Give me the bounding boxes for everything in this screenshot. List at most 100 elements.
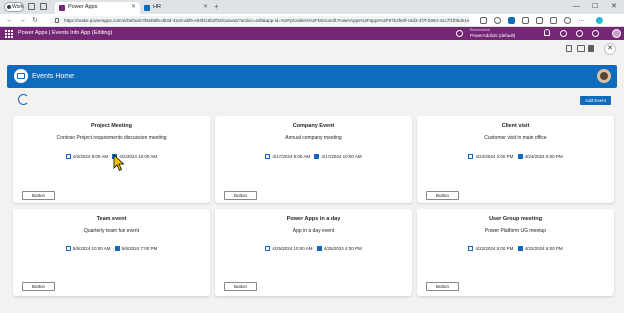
calendar-icon [114,246,120,251]
event-end: 4/22/2024 6:00 PM [524,246,563,251]
favorite-star-icon[interactable] [494,17,501,24]
event-button[interactable]: Button [426,282,459,291]
tab-power-apps[interactable]: Power Apps ✕ [55,2,140,14]
close-tab-icon[interactable]: ✕ [131,2,136,13]
calendar-icon [265,154,271,159]
profile-button[interactable]: Work [4,2,24,12]
hr-favicon-icon [144,5,150,11]
refresh-page-icon[interactable]: ↻ [32,15,38,26]
event-start: 5/6/2024 10:00 AM [72,246,111,251]
close-tab-icon[interactable]: ✕ [203,2,208,13]
event-start: 4/17/2024 9:00 AM [272,154,311,159]
event-button[interactable]: Button [22,191,55,200]
lock-icon [55,18,59,23]
calendar-icon [517,246,523,251]
close-preview-icon[interactable]: ✕ [604,43,616,55]
event-card: Project Meeting Contoso Project requirem… [13,116,210,203]
split-screen-icon[interactable] [522,17,529,24]
event-card: Company Event Annual company meeting 4/1… [215,116,412,203]
minimize-icon[interactable]: — [573,1,580,12]
calendar-icon [314,154,320,159]
event-dates: 4/25/2024 10:00 AM 4/25/2024 4:00 PM [215,246,412,251]
event-button[interactable]: Button [426,191,459,200]
read-aloud-icon[interactable] [480,17,487,24]
event-dates: 5/6/2024 10:00 AM 5/6/2024 7:00 PM [13,246,210,251]
profile-label: Work [12,4,24,10]
calendar-icon [517,154,523,159]
event-title: Client visit [501,123,530,129]
event-title: Project Meeting [91,123,132,129]
favorites-icon[interactable] [536,17,543,24]
event-button[interactable]: Button [22,282,55,291]
event-end: 4/17/2024 10:00 AM [321,154,362,159]
calendar-icon [468,246,474,251]
event-description: Power Platform UG meetup [484,228,547,234]
add-event-button[interactable]: Add Event [580,96,611,105]
environment-icon [456,30,463,37]
event-description: Annual company meeting [285,135,342,141]
help-icon[interactable] [576,30,583,37]
more-icon[interactable]: … [578,16,585,24]
close-window-icon[interactable]: ✕ [611,1,617,12]
tab-hr[interactable]: HR ✕ [140,2,212,14]
extension-icon[interactable] [508,17,515,24]
calendar-icon [65,246,71,251]
browser-window: Work Power Apps ✕ HR ✕ + — ☐ ✕ ← → ↻ htt… [0,0,624,313]
event-dates: 4/24/2024 2:00 PM 4/24/2024 6:00 PM [417,154,614,159]
desktop-preview-icon[interactable] [588,45,594,52]
new-tab-icon[interactable]: + [214,2,219,12]
calendar-icon [316,246,322,251]
maximize-icon[interactable]: ☐ [592,1,598,12]
event-title: User Group meeting [489,216,542,222]
user-avatar[interactable] [612,29,621,38]
tab-actions-icon[interactable] [28,3,35,10]
event-dates: 4/17/2024 9:00 AM 4/17/2024 10:00 AM [215,154,412,159]
event-description: Quarterly team fun event [83,228,140,234]
event-start: 4/25/2024 10:00 AM [272,246,313,251]
mouse-cursor-icon [113,154,125,172]
browser-tab-strip: Work Power Apps ✕ HR ✕ + — ☐ ✕ [0,0,624,14]
tab-label: HR [153,4,161,10]
event-end: 4/24/2024 6:00 PM [524,154,563,159]
loading-spinner-icon[interactable] [18,94,29,105]
app-canvas: Events Home Add Event Project Meeting Co… [0,58,624,313]
app-launcher-icon[interactable] [5,30,13,38]
notifications-icon[interactable] [544,29,550,36]
event-end: 5/6/2024 7:00 PM [121,246,158,251]
forward-icon[interactable]: → [19,15,26,26]
copilot-chat-icon[interactable] [592,30,599,37]
tab-label: Power Apps [68,4,98,10]
event-button[interactable]: Button [224,282,257,291]
calendar-icon [265,246,271,251]
tablet-preview-icon[interactable] [577,45,585,52]
event-card: Team event Quarterly team fun event 5/6/… [13,209,210,296]
copilot-icon[interactable] [596,17,603,24]
calendar-logo-icon [14,69,28,83]
back-icon[interactable]: ← [6,15,13,26]
event-description: Contoso Project requirements discussion … [56,135,167,141]
event-card: Client visit Customer visit in main offi… [417,116,614,203]
preview-toolbar [562,43,610,55]
address-bar[interactable]: https://make.powerapps.com/e/Default-0f3… [50,16,470,25]
phone-preview-icon[interactable] [566,45,572,52]
event-description: Customer visit in main office [484,135,547,141]
event-start: 4/22/2024 5:00 PM [475,246,514,251]
environment-name[interactable]: PowerAddicts (default) [470,33,515,38]
collections-icon[interactable] [550,17,557,24]
app-user-avatar [597,69,611,83]
event-start: 4/24/2024 2:00 PM [475,154,514,159]
settings-icon[interactable] [560,30,567,37]
powerapps-header: Power Apps | Events Info App (Editing) E… [0,27,624,40]
event-start: 4/2/2024 9:00 AM [72,154,109,159]
app-title: Events Home [32,73,75,80]
environment-label: Environment [470,28,490,32]
event-dates: 4/22/2024 5:00 PM 4/22/2024 6:00 PM [417,246,614,251]
calendar-icon [65,154,71,159]
app-header-bar: Events Home [7,65,617,88]
vertical-tabs-icon[interactable] [40,3,47,10]
event-card: Power Apps in a day App in a day event 4… [215,209,412,296]
calendar-icon [468,154,474,159]
event-button[interactable]: Button [224,191,257,200]
event-title: Company Event [292,123,335,129]
browser-profile-icon[interactable] [564,17,571,24]
